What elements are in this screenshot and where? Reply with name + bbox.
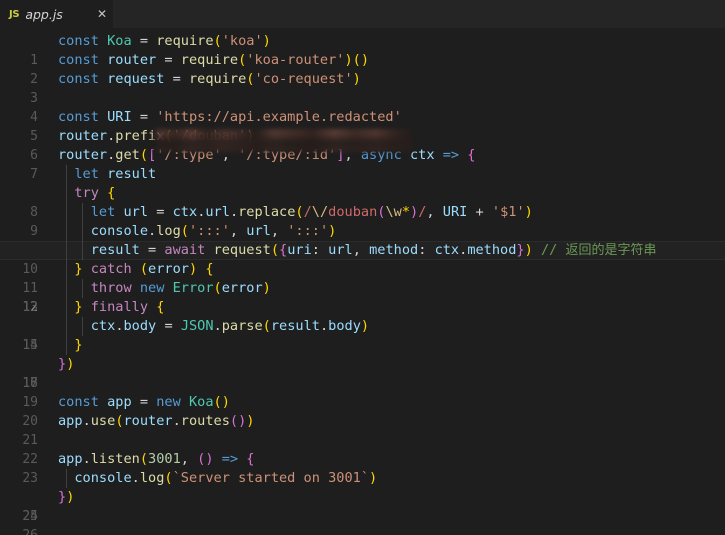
code-line[interactable]: 25 }) bbox=[0, 488, 725, 524]
code-line[interactable]: 11 console.log(':::', url, ':::') bbox=[0, 222, 725, 296]
inline-comment-cjk: 返回的是字符串 bbox=[565, 243, 657, 258]
code-line[interactable]: 21 app.use(router.routes()) bbox=[0, 412, 725, 448]
code-line[interactable]: 13 } catch (error) { bbox=[0, 260, 725, 315]
tab-filename-label: app.js bbox=[25, 6, 63, 22]
tab-bar-empty-space bbox=[113, 0, 725, 28]
code-line[interactable]: 10 let url = ctx.url.replace(/\/douban(\… bbox=[0, 203, 725, 277]
line-source: }) bbox=[58, 356, 75, 372]
code-line[interactable]: 8 let result bbox=[0, 165, 725, 220]
code-line[interactable]: 7 router.get(['/:type', '/:type/:id'], a… bbox=[0, 146, 725, 182]
code-line-active[interactable]: 12 result = await request({uri: url, met… bbox=[0, 241, 725, 315]
code-content[interactable]: 1 const Koa = require('koa') 2 const rou… bbox=[0, 28, 725, 535]
code-line[interactable]: 1 const Koa = require('koa') bbox=[0, 32, 725, 68]
code-line[interactable]: 20 const app = new Koa() bbox=[0, 393, 725, 429]
tab-app-js[interactable]: JS app.js ✕ bbox=[0, 0, 113, 28]
line-source: throw new Error(error) bbox=[90, 280, 271, 296]
line-source: router.get(['/:type', '/:type/:id'], asy… bbox=[58, 147, 476, 163]
line-source: try { bbox=[74, 185, 116, 201]
code-line[interactable]: 15 } finally { bbox=[0, 298, 725, 353]
code-line[interactable]: 19 bbox=[0, 374, 725, 410]
line-source: const URI = 'https://api.example.redacte… bbox=[58, 109, 402, 125]
line-source: const Koa = require('koa') bbox=[58, 33, 271, 49]
line-source: const app = new Koa() bbox=[58, 394, 230, 410]
close-icon[interactable]: ✕ bbox=[83, 8, 107, 20]
code-line[interactable]: 6 router.prefix('/douban') bbox=[0, 127, 725, 163]
code-line[interactable]: 23 app.listen(3001, () => { bbox=[0, 450, 725, 486]
code-line[interactable]: 22 bbox=[0, 431, 725, 467]
editor-tab-bar: JS app.js ✕ bbox=[0, 0, 725, 28]
line-source: const request = require('co-request') bbox=[58, 71, 361, 87]
code-line[interactable]: 24 console.log(`Server started on 3001`) bbox=[0, 469, 725, 524]
code-line[interactable]: 3 const request = require('co-request') bbox=[0, 70, 725, 106]
code-editor[interactable]: 1 const Koa = require('koa') 2 const rou… bbox=[0, 28, 725, 535]
line-source: const router = require('koa-router')() bbox=[58, 52, 370, 68]
code-line-redacted[interactable]: 5 const URI = 'https://api.example.redac… bbox=[0, 108, 725, 144]
line-source: } catch (error) { bbox=[74, 261, 214, 277]
line-source: console.log(`Server started on 3001`) bbox=[74, 470, 378, 486]
code-line[interactable]: 4 bbox=[0, 89, 725, 125]
line-source: app.use(router.routes()) bbox=[58, 413, 255, 429]
line-source: ctx.body = JSON.parse(result.body) bbox=[90, 318, 370, 334]
code-line[interactable]: 2 const router = require('koa-router')() bbox=[0, 51, 725, 87]
code-line[interactable]: 26 bbox=[0, 507, 725, 535]
line-source: }) bbox=[58, 489, 75, 505]
line-source: let result bbox=[74, 166, 157, 182]
line-source: } bbox=[74, 337, 83, 353]
code-line[interactable]: 14 throw new Error(error) bbox=[0, 279, 725, 353]
line-source: console.log(':::', url, ':::') bbox=[90, 223, 337, 239]
code-line[interactable]: 18 }) bbox=[0, 355, 725, 391]
line-source: let url = ctx.url.replace(/\/douban(\w*)… bbox=[90, 204, 533, 220]
line-source: router.prefix('/douban') bbox=[58, 128, 255, 144]
javascript-file-icon: JS bbox=[9, 8, 20, 20]
code-line[interactable]: 16 ctx.body = JSON.parse(result.body) bbox=[0, 317, 725, 391]
code-line[interactable]: 17 } bbox=[0, 336, 725, 391]
line-source: } finally { bbox=[74, 299, 165, 315]
line-number: 26 bbox=[0, 526, 38, 535]
line-source: result = await request({uri: url, method… bbox=[90, 242, 657, 258]
code-line[interactable]: 9 try { bbox=[0, 184, 725, 239]
line-source: app.listen(3001, () => { bbox=[58, 451, 255, 467]
